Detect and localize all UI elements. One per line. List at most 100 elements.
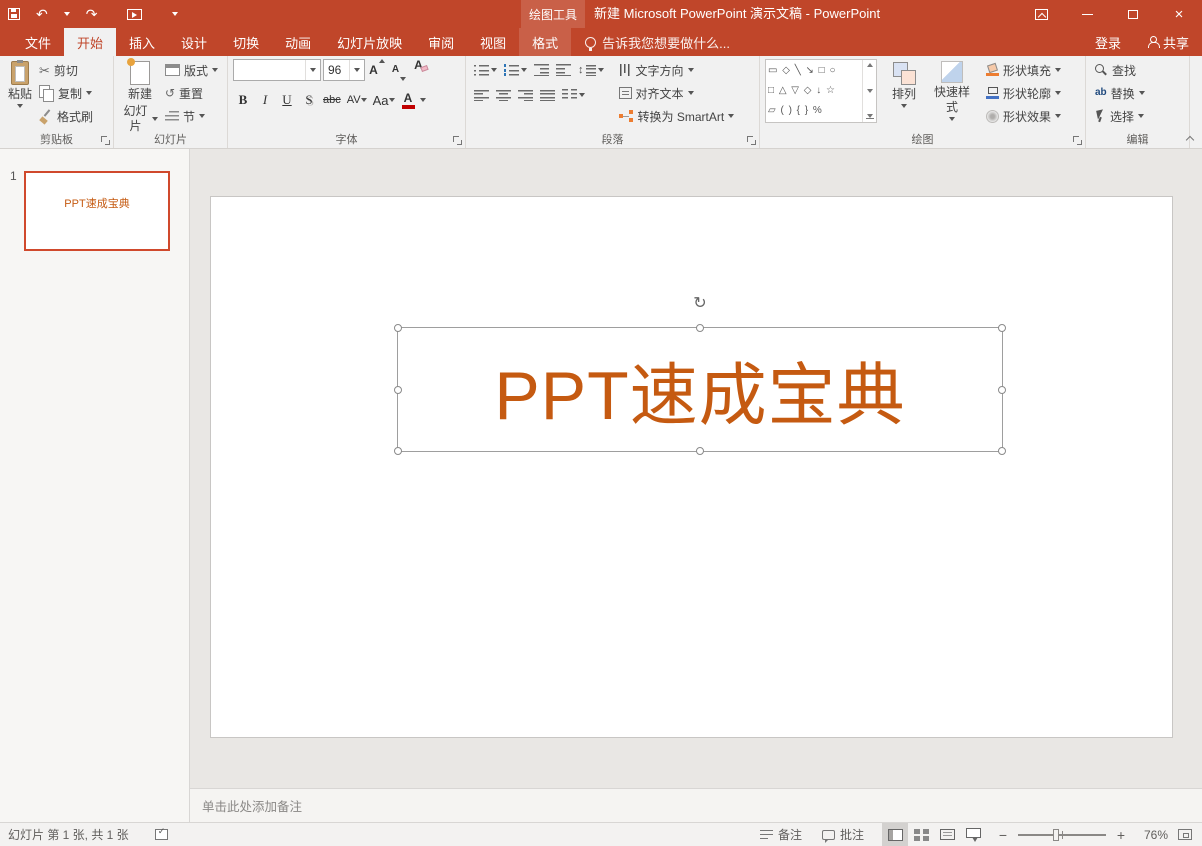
ribbon-display-options-button[interactable] (1018, 0, 1064, 28)
resize-handle-bottom-center[interactable] (696, 447, 704, 455)
resize-handle-bottom-right[interactable] (998, 447, 1006, 455)
gallery-more-icon[interactable] (865, 114, 874, 119)
tab-transitions[interactable]: 切换 (220, 28, 272, 56)
resize-handle-top-left[interactable] (394, 324, 402, 332)
resize-handle-top-right[interactable] (998, 324, 1006, 332)
tell-me-box[interactable]: 告诉我您想要做什么... (585, 28, 730, 56)
reading-view-button[interactable] (934, 823, 960, 846)
gallery-scroll-up-icon[interactable] (866, 63, 873, 67)
zoom-slider-handle[interactable] (1053, 828, 1060, 841)
numbering-button[interactable] (501, 59, 530, 81)
reset-button[interactable]: ↺ 重置 (161, 82, 222, 104)
undo-button[interactable]: ↶ (28, 0, 56, 28)
font-size-combobox[interactable]: 96 (323, 59, 365, 81)
fit-slide-to-window-icon[interactable] (1178, 829, 1192, 840)
layout-button[interactable]: 版式 (161, 59, 222, 81)
zoom-slider[interactable] (1018, 828, 1106, 841)
zoom-out-button[interactable]: − (994, 827, 1012, 843)
sign-in-button[interactable]: 登录 (1082, 28, 1134, 56)
convert-smartart-button[interactable]: 转换为 SmartArt (615, 105, 739, 127)
font-size-dropdown[interactable] (349, 60, 364, 80)
rotate-handle[interactable]: ↻ (691, 294, 709, 312)
new-slide-button[interactable]: 新建 幻灯片 (119, 58, 161, 136)
slideshow-view-button[interactable] (960, 823, 986, 846)
change-case-button[interactable]: Aa (371, 89, 397, 111)
increase-font-size-button[interactable]: A (367, 59, 387, 81)
shapes-row-1[interactable]: ▭ ◇ ╲ ↘ □ ○ (768, 63, 860, 79)
resize-handle-middle-right[interactable] (998, 385, 1006, 394)
collapse-ribbon-icon[interactable] (1184, 134, 1196, 144)
tab-design[interactable]: 设计 (168, 28, 220, 56)
cut-button[interactable]: ✂ 剪切 (35, 59, 97, 81)
tab-animations[interactable]: 动画 (272, 28, 324, 56)
shape-outline-button[interactable]: 形状轮廓 (982, 82, 1065, 104)
tab-file[interactable]: 文件 (12, 28, 64, 56)
minimize-button[interactable] (1064, 0, 1110, 28)
dialog-launcher-icon[interactable] (452, 135, 462, 145)
align-right-button[interactable] (515, 84, 536, 106)
align-text-button[interactable]: 对齐文本 (615, 82, 739, 104)
align-center-button[interactable] (493, 84, 514, 106)
shapes-row-3[interactable]: ▱ ( ) { } % (768, 103, 860, 119)
notes-toggle-button[interactable]: 备注 (750, 823, 812, 846)
customize-qat-button[interactable] (164, 0, 186, 28)
dialog-launcher-icon[interactable] (100, 135, 110, 145)
dialog-launcher-icon[interactable] (1072, 135, 1082, 145)
strikethrough-button[interactable]: abc (321, 89, 343, 111)
normal-view-button[interactable] (882, 822, 908, 846)
resize-handle-top-center[interactable] (696, 324, 704, 332)
tab-view[interactable]: 视图 (467, 28, 519, 56)
format-painter-button[interactable]: 格式刷 (35, 105, 97, 127)
dialog-launcher-icon[interactable] (746, 135, 756, 145)
font-name-combobox[interactable] (233, 59, 321, 81)
tab-slideshow[interactable]: 幻灯片放映 (324, 28, 415, 56)
find-button[interactable]: 查找 (1091, 59, 1149, 81)
justify-button[interactable] (537, 84, 558, 106)
select-button[interactable]: 选择 (1091, 105, 1149, 127)
shapes-gallery[interactable]: ▭ ◇ ╲ ↘ □ ○ □ △ ▽ ◇ ↓ ☆ ▱ ( ) { } % (765, 59, 877, 123)
slide-thumbnail[interactable]: PPT速成宝典 (24, 171, 170, 251)
align-left-button[interactable] (471, 84, 492, 106)
redo-button[interactable]: ↷ (78, 0, 106, 28)
font-color-button[interactable]: A (399, 89, 418, 111)
tab-review[interactable]: 审阅 (415, 28, 467, 56)
zoom-percentage[interactable]: 76% (1130, 828, 1172, 842)
slide[interactable]: PPT速成宝典 ↻ (211, 197, 1172, 737)
start-slideshow-button[interactable] (119, 0, 150, 28)
font-name-dropdown[interactable] (305, 60, 320, 80)
replace-button[interactable]: ab 替换 (1091, 82, 1149, 104)
paste-button[interactable]: 粘贴 (5, 59, 35, 110)
decrease-indent-button[interactable] (531, 59, 552, 81)
comments-toggle-button[interactable]: 批注 (812, 823, 874, 846)
italic-button[interactable]: I (255, 89, 275, 111)
slide-title-text[interactable]: PPT速成宝典 (398, 328, 1002, 451)
undo-dropdown[interactable] (56, 0, 78, 28)
shapes-row-2[interactable]: □ △ ▽ ◇ ↓ ☆ (768, 83, 860, 99)
bullets-button[interactable] (471, 59, 500, 81)
resize-handle-middle-left[interactable] (394, 385, 402, 394)
line-spacing-button[interactable]: ↕ (575, 59, 607, 81)
gallery-scroll-down-icon[interactable] (866, 88, 873, 93)
bold-button[interactable]: B (233, 89, 253, 111)
clear-formatting-button[interactable]: A (411, 59, 431, 81)
columns-button[interactable] (559, 84, 588, 106)
text-direction-button[interactable]: 文字方向 (615, 59, 739, 81)
character-spacing-button[interactable]: AV (345, 89, 369, 111)
increase-indent-button[interactable] (553, 59, 574, 81)
decrease-font-size-button[interactable]: A (389, 59, 409, 81)
arrange-button[interactable]: 排列 (882, 59, 926, 110)
spell-check-icon[interactable]: ✓ (154, 827, 168, 840)
share-button[interactable]: 共享 (1134, 28, 1202, 56)
tab-insert[interactable]: 插入 (116, 28, 168, 56)
slide-sorter-view-button[interactable] (908, 823, 934, 846)
text-shadow-button[interactable]: S (299, 89, 319, 111)
tab-home[interactable]: 开始 (64, 28, 117, 56)
notes-pane[interactable]: 单击此处添加备注 (190, 788, 1202, 822)
shape-effects-button[interactable]: 形状效果 (982, 105, 1065, 127)
selected-text-box[interactable]: PPT速成宝典 ↻ (394, 295, 1006, 455)
resize-handle-bottom-left[interactable] (394, 447, 402, 455)
save-button[interactable] (0, 0, 28, 28)
copy-button[interactable]: 复制 (35, 82, 97, 104)
tab-format[interactable]: 格式 (519, 28, 572, 56)
maximize-button[interactable] (1110, 0, 1156, 28)
